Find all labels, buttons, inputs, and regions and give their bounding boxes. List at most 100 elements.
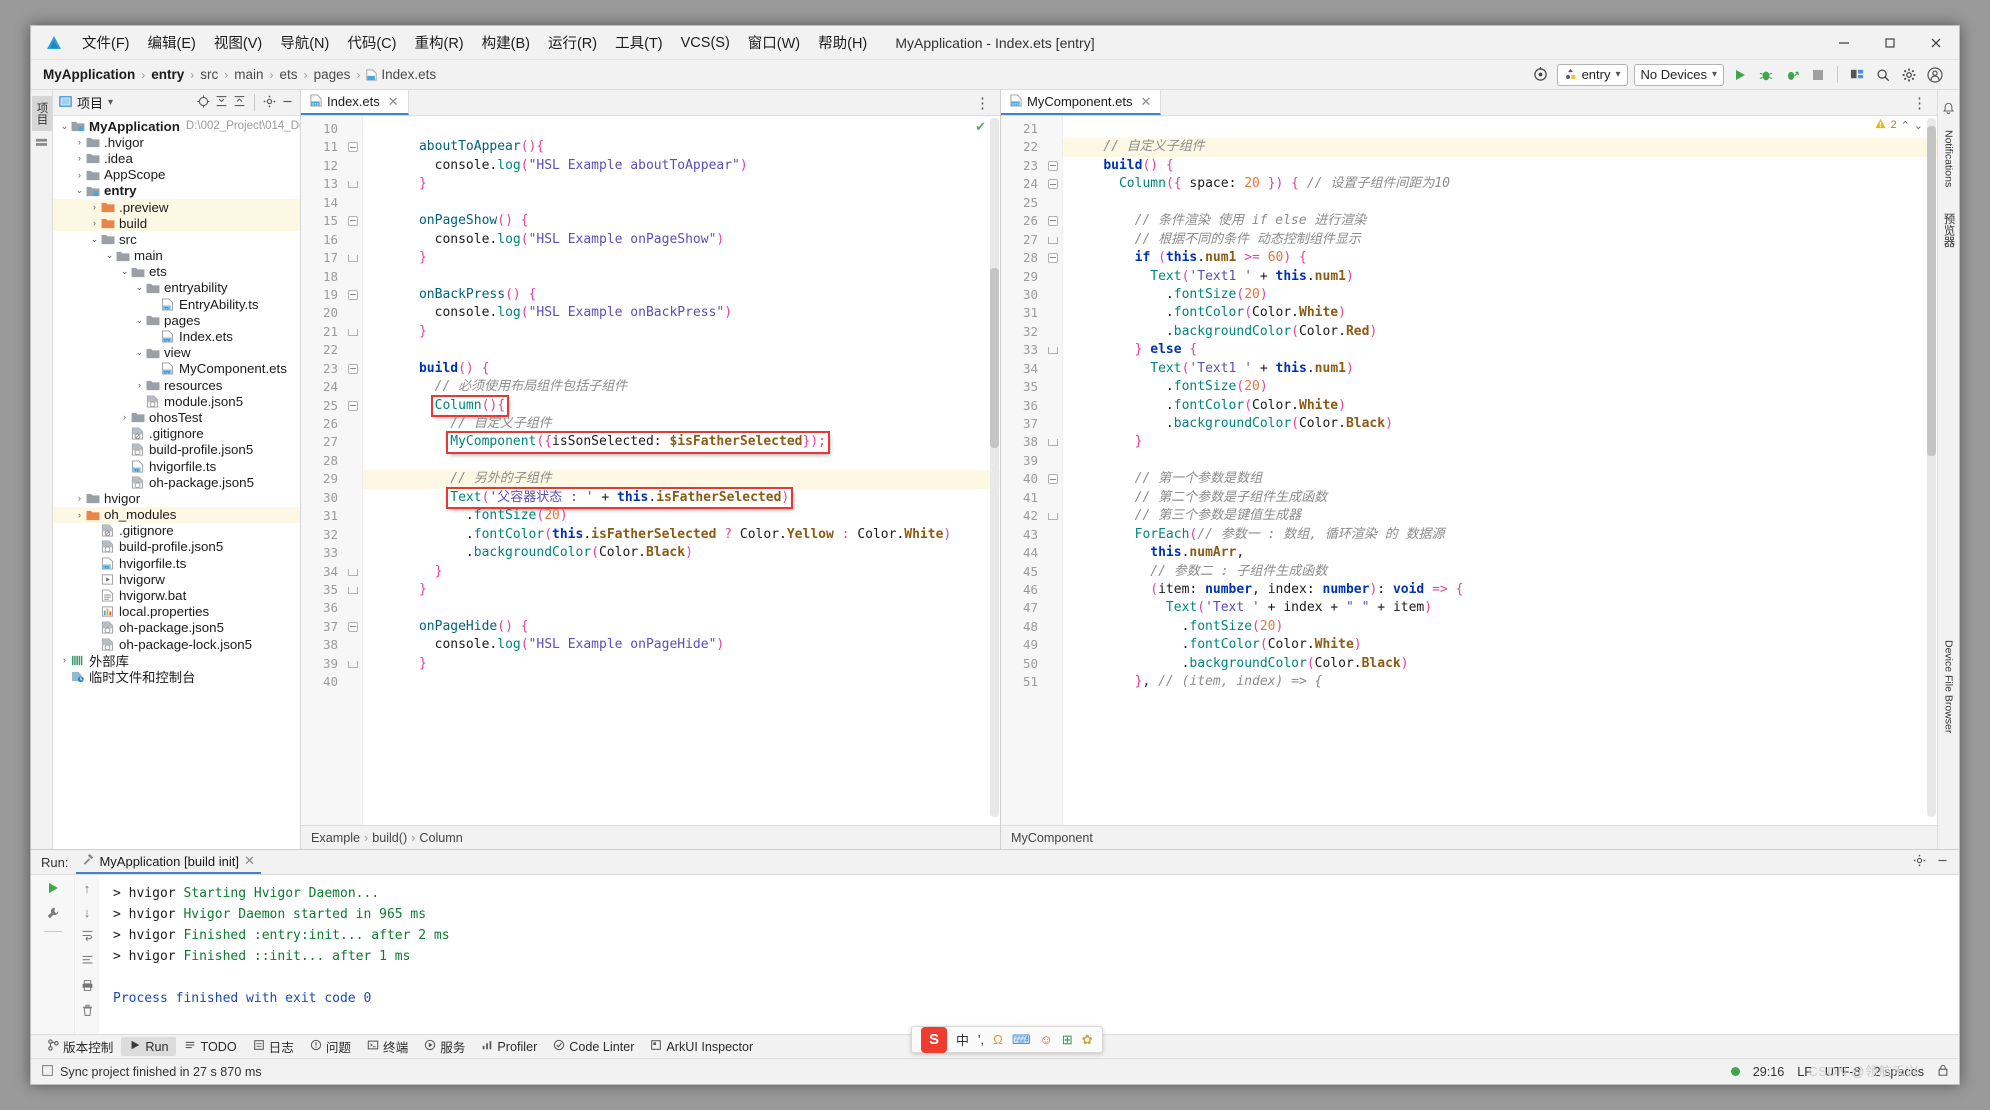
close-icon[interactable]: ✕ — [244, 853, 255, 869]
tree-item-oh-modules[interactable]: › oh_modules — [53, 506, 300, 523]
print-icon[interactable] — [81, 979, 94, 995]
locate-icon[interactable] — [197, 94, 210, 111]
tool-window--[interactable]: 服务 — [416, 1035, 473, 1058]
arrow-up-icon[interactable]: ↑ — [84, 881, 91, 896]
tree-expand-arrow[interactable]: ⌄ — [134, 282, 145, 293]
tree-expand-arrow[interactable]: › — [74, 170, 85, 180]
tree-item--idea[interactable]: › .idea — [53, 150, 300, 166]
tree-item-mycomponent-ets[interactable]: ETS MyComponent.ets — [53, 361, 300, 377]
code-line[interactable]: Column(){ — [363, 394, 1000, 418]
editor-breadcrumb-item[interactable]: Example — [311, 831, 360, 845]
tree-expand-arrow[interactable]: › — [74, 137, 85, 147]
code-line[interactable]: .backgroundColor(Color.Black) — [1063, 655, 1937, 673]
run-console-output[interactable]: > hvigor Starting Hvigor Daemon... > hvig… — [99, 875, 1959, 1034]
tree-expand-arrow[interactable]: ⌄ — [89, 234, 100, 245]
code-line[interactable] — [1063, 452, 1937, 470]
tree-expand-arrow[interactable]: › — [74, 510, 85, 520]
editor-breadcrumb-item[interactable]: build() — [372, 831, 407, 845]
code-line[interactable]: } — [363, 249, 1000, 267]
code-line[interactable]: .backgroundColor(Color.Red) — [1063, 323, 1937, 341]
tool-window-run[interactable]: Run — [121, 1037, 177, 1056]
tool-window--[interactable]: 版本控制 — [39, 1035, 121, 1058]
tool-window-arkui-inspector[interactable]: ArkUI Inspector — [642, 1037, 761, 1056]
gear-icon[interactable] — [263, 95, 276, 111]
code-line[interactable] — [363, 599, 1000, 617]
tree-item--preview[interactable]: › .preview — [53, 198, 300, 216]
tool-window--[interactable]: 日志 — [245, 1035, 302, 1058]
menu-item-3[interactable]: 导航(N) — [271, 29, 338, 56]
minimize-button[interactable] — [1821, 26, 1867, 59]
menu-item-1[interactable]: 编辑(E) — [139, 29, 205, 56]
module-selector[interactable]: entry ▾ — [1556, 63, 1628, 86]
code-line[interactable]: .fontSize(20) — [1063, 618, 1937, 636]
code-line[interactable]: .fontSize(20) — [363, 507, 1000, 525]
code-line[interactable]: build() { — [363, 360, 1000, 378]
tree-item-index-ets[interactable]: ETS Index.ets — [53, 328, 300, 344]
structure-icon[interactable] — [35, 137, 48, 153]
code-line[interactable] — [363, 673, 1000, 691]
menu-item-10[interactable]: 窗口(W) — [739, 29, 809, 56]
code-line[interactable]: // 条件渲染 使用 if else 进行渲染 — [1063, 212, 1937, 230]
warning-indicator[interactable]: 2 ⌃ ⌄ — [1875, 118, 1923, 132]
editor-options-icon[interactable]: ⋮ — [965, 90, 1000, 115]
menu-item-2[interactable]: 视图(V) — [205, 29, 271, 56]
code-line[interactable]: Text('父容器状态 : ' + this.isFatherSelected) — [363, 486, 1000, 510]
code-line[interactable]: console.log("HSL Example onPageShow") — [363, 231, 1000, 249]
editor-breadcrumb-item[interactable]: MyComponent — [1011, 831, 1093, 845]
menu-item-9[interactable]: VCS(S) — [672, 32, 739, 54]
breadcrumb-item-2[interactable]: src — [196, 67, 222, 82]
editor-right-scrollbar[interactable] — [1927, 118, 1936, 817]
menu-item-6[interactable]: 构建(B) — [473, 29, 539, 56]
code-line[interactable]: } — [363, 563, 1000, 581]
rail-tab-notifications[interactable]: Notifications — [1941, 124, 1957, 193]
code-line[interactable]: .fontColor(Color.White) — [1063, 304, 1937, 322]
tree-item-build-profile-json5[interactable]: build-profile.json5 — [53, 539, 300, 555]
tree-item--[interactable]: › 外部库 — [53, 652, 300, 669]
code-line[interactable]: (item: number, index: number): void => { — [1063, 581, 1937, 599]
breadcrumb-item-6[interactable]: Index.ets — [362, 67, 440, 82]
code-line[interactable]: } — [363, 581, 1000, 599]
tree-expand-arrow[interactable]: › — [134, 380, 145, 390]
tree-item-module-json5[interactable]: module.json5 — [53, 393, 300, 409]
code-text-right[interactable]: // 自定义子组件 build() { Column({ space: 20 }… — [1063, 116, 1937, 825]
tree-item-ets[interactable]: ⌄ ets — [53, 264, 300, 280]
code-line[interactable]: Text('Text ' + index + " " + item) — [1063, 599, 1937, 617]
tree-item-hvigor[interactable]: › hvigor — [53, 490, 300, 506]
device-manager-icon[interactable] — [1847, 65, 1867, 85]
tree-item--hvigor[interactable]: › .hvigor — [53, 134, 300, 150]
tree-item--gitignore[interactable]: .gitignore — [53, 523, 300, 539]
next-problem-icon[interactable]: ⌄ — [1914, 119, 1923, 132]
code-line[interactable] — [363, 341, 1000, 359]
tool-window-profiler[interactable]: Profiler — [473, 1037, 545, 1056]
hide-pane-icon[interactable] — [281, 95, 294, 111]
tree-item-ohostest[interactable]: › ohosTest — [53, 409, 300, 425]
editor-right-breadcrumb[interactable]: MyComponent — [1001, 825, 1937, 849]
tree-expand-arrow[interactable]: › — [89, 218, 100, 228]
code-line[interactable]: } — [363, 323, 1000, 341]
code-line[interactable]: .backgroundColor(Color.Black) — [363, 544, 1000, 562]
ime-item-5[interactable]: ⊞ — [1062, 1032, 1073, 1048]
menu-item-11[interactable]: 帮助(H) — [809, 29, 876, 56]
rail-tab-previewer[interactable]: 预览器 — [1939, 207, 1959, 254]
maximize-button[interactable] — [1867, 26, 1913, 59]
code-line[interactable]: }, // (item, index) => { — [1063, 673, 1937, 691]
tree-expand-arrow[interactable]: › — [59, 655, 70, 665]
code-line[interactable]: console.log("HSL Example onPageHide") — [363, 636, 1000, 654]
ime-item-4[interactable]: ☺ — [1040, 1032, 1053, 1047]
code-line[interactable]: // 自定义子组件 — [1063, 138, 1937, 157]
target-icon[interactable] — [1531, 65, 1551, 85]
code-line[interactable]: console.log("HSL Example aboutToAppear") — [363, 157, 1000, 175]
tree-item-local-properties[interactable]: local.properties — [53, 604, 300, 620]
tree-item-hvigorw[interactable]: hvigorw — [53, 571, 300, 587]
tree-expand-arrow[interactable]: › — [89, 202, 100, 212]
editor-options-icon[interactable]: ⋮ — [1902, 90, 1937, 115]
tree-item--[interactable]: 临时文件和控制台 — [53, 668, 300, 685]
ime-item-2[interactable]: Ω — [993, 1032, 1003, 1047]
code-line[interactable] — [363, 120, 1000, 138]
tool-window--[interactable]: 终端 — [359, 1035, 416, 1058]
ime-item-0[interactable]: 中 — [956, 1030, 969, 1049]
code-line[interactable]: ForEach(// 参数一 : 数组, 循环渲染 的 数据源 — [1063, 526, 1937, 544]
tree-item-pages[interactable]: ⌄ pages — [53, 312, 300, 328]
tree-expand-arrow[interactable]: › — [74, 493, 85, 503]
search-icon[interactable] — [1873, 65, 1893, 85]
